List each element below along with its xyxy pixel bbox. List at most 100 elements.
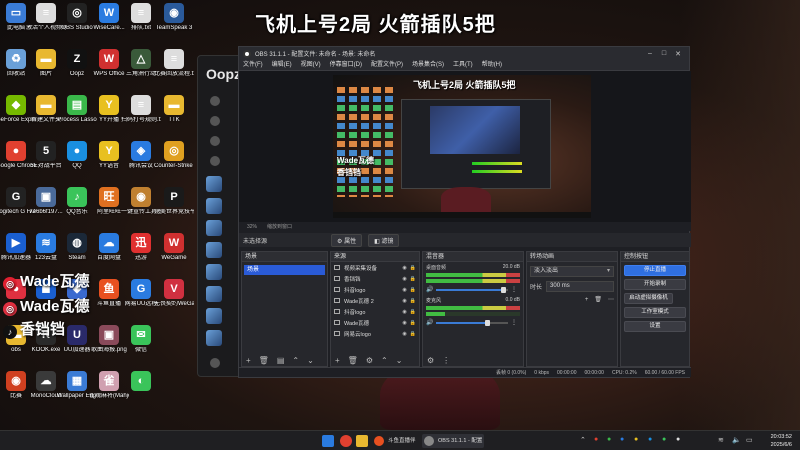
desktop-icon[interactable]: ◉ TeamSpeak 3 [154, 3, 194, 47]
tray-app-icon[interactable]: ● [648, 436, 652, 443]
play-icon[interactable] [210, 96, 220, 106]
program-preview[interactable]: 飞机上号2局 火箭插队5把 Wade瓦德 香铛铛 [333, 75, 591, 218]
tray-app-icon[interactable]: ● [662, 436, 666, 443]
close-icon[interactable]: ✕ [671, 50, 685, 58]
zoom-mode[interactable]: 缩放到窗口 [267, 223, 292, 230]
desktop-icon[interactable]: ▬ TTK [154, 95, 194, 139]
server-tile[interactable] [206, 286, 222, 302]
wifi-icon[interactable]: ≋ [718, 436, 724, 444]
move-down-icon[interactable]: ⌄ [307, 356, 314, 365]
move-up-icon[interactable]: ⌃ [292, 356, 299, 365]
source-item[interactable]: Wade瓦德 ◉ 🔒 [331, 317, 419, 328]
move-up-icon[interactable]: ⌃ [381, 356, 388, 365]
speaker-icon[interactable]: 🔊 [426, 319, 433, 326]
scene-filter-icon[interactable]: ▤ [277, 356, 285, 365]
more-icon[interactable]: ⋯ [608, 296, 614, 303]
tray-app-icon[interactable]: ● [620, 436, 624, 443]
volume-icon[interactable]: 🔈 [732, 436, 741, 444]
speaker-icon[interactable]: 🔊 [426, 286, 433, 293]
menu-profile[interactable]: 配置文件(P) [371, 60, 403, 70]
add-icon[interactable]: + [585, 297, 589, 303]
server-tile[interactable] [206, 308, 222, 324]
lock-icon[interactable]: 🔒 [410, 320, 416, 326]
menu-edit[interactable]: 编辑(E) [272, 60, 292, 70]
server-tile[interactable] [206, 264, 222, 280]
task-obs[interactable]: OBS 31.1.1 - 配置文件: 未 [422, 434, 484, 448]
server-tile[interactable] [206, 220, 222, 236]
slider-knob[interactable] [500, 286, 506, 293]
menu-docks[interactable]: 停靠窗口(D) [330, 60, 362, 70]
lock-icon[interactable]: 🔒 [410, 265, 416, 271]
desktop-icon[interactable]: V 无畏契约WeGame版 [154, 279, 194, 323]
start-icon[interactable] [322, 435, 334, 447]
move-down-icon[interactable]: ⌄ [396, 356, 403, 365]
flash-icon[interactable] [210, 156, 220, 166]
desktop-icon[interactable]: ≡ 比赛回放流程.txt [154, 49, 194, 93]
menu-file[interactable]: 文件(F) [243, 60, 263, 70]
obs-titlebar[interactable]: OBS 31.1.1 - 配置文件: 未命名 - 场景: 未命名 – □ ✕ [239, 47, 689, 60]
volume-slider[interactable] [436, 319, 508, 326]
desktop-icon[interactable]: P 完美世界竞技平台 [154, 187, 194, 231]
gear-icon[interactable]: ⚙ [366, 356, 373, 365]
volume-slider[interactable] [436, 286, 508, 293]
zoom-level[interactable]: 32% [247, 224, 257, 230]
obs-window[interactable]: OBS 31.1.1 - 配置文件: 未命名 - 场景: 未命名 – □ ✕ 文… [238, 46, 691, 378]
visibility-eye-icon[interactable]: ◉ [402, 276, 406, 282]
trash-icon[interactable]: 🗑 [259, 356, 269, 365]
server-tile[interactable] [206, 330, 222, 346]
settings-button[interactable]: 设置 [624, 321, 686, 332]
visibility-eye-icon[interactable]: ◉ [402, 320, 406, 326]
more-icon[interactable]: ⋮ [511, 286, 517, 293]
source-item[interactable]: 抖音logo ◉ 🔒 [331, 284, 419, 295]
source-item[interactable]: 香铛铛 ◉ 🔒 [331, 273, 419, 284]
tray-app-icon[interactable]: ● [607, 436, 611, 443]
minimize-icon[interactable]: – [643, 50, 657, 57]
start-virtual-camera-button[interactable]: 启动虚拟摄像机 [624, 293, 673, 304]
visibility-eye-icon[interactable]: ◉ [402, 331, 406, 337]
lock-icon[interactable]: 🔒 [410, 287, 416, 293]
menu-tools[interactable]: 工具(T) [453, 60, 473, 70]
desktop-icon[interactable]: W WeGame [154, 233, 194, 277]
transition-select[interactable]: 淡入淡出 [530, 266, 614, 277]
menu-view[interactable]: 视图(V) [301, 60, 321, 70]
lock-icon[interactable]: 🔒 [410, 298, 416, 304]
visibility-eye-icon[interactable]: ◉ [402, 309, 406, 315]
visibility-eye-icon[interactable]: ◉ [402, 265, 406, 271]
source-item[interactable]: 视频采集设备 ◉ 🔒 [331, 262, 419, 273]
studio-mode-button[interactable]: 工作室模式 [624, 307, 686, 318]
desktop-icon[interactable]: ◎ Counter-Strike 2 [154, 141, 194, 185]
more-icon[interactable]: ⋮ [511, 319, 517, 326]
maximize-icon[interactable]: □ [657, 50, 671, 57]
desktop-icon[interactable]: ✉ 微信 [121, 325, 161, 369]
more-icon[interactable]: ⋮ [442, 356, 450, 365]
menu-scene-collection[interactable]: 场景集合(S) [412, 60, 444, 70]
battery-icon[interactable]: ▭ [746, 436, 753, 444]
visibility-eye-icon[interactable]: ◉ [402, 287, 406, 293]
file-explorer-icon[interactable] [356, 435, 368, 447]
mixer-settings-icon[interactable]: ⚙ [427, 356, 434, 365]
server-tile[interactable] [206, 198, 222, 214]
desktop-icon[interactable]: ◐ [121, 371, 161, 415]
visibility-eye-icon[interactable]: ◉ [402, 298, 406, 304]
chat-icon[interactable] [210, 136, 220, 146]
trash-icon[interactable]: 🗑 [594, 296, 602, 303]
chevron-up-icon[interactable]: ⌃ [580, 436, 586, 444]
lock-icon[interactable]: 🔒 [410, 276, 416, 282]
tray-app-icon[interactable]: ● [634, 436, 638, 443]
tray-app-icon[interactable]: ● [676, 436, 680, 443]
scene-item[interactable]: 场景 [244, 265, 325, 275]
slider-knob[interactable] [485, 319, 491, 326]
properties-button[interactable]: ⚙ 属性 [331, 233, 363, 247]
server-tile[interactable] [206, 242, 222, 258]
source-item[interactable]: 抖音logo ◉ 🔒 [331, 306, 419, 317]
add-icon[interactable]: + [335, 356, 340, 365]
lock-icon[interactable]: 🔒 [410, 309, 416, 315]
source-item[interactable]: 网易云logo ◉ 🔒 [331, 328, 419, 339]
trash-icon[interactable]: 🗑 [348, 356, 358, 365]
task-douyu[interactable]: 斗鱼直播伴侣 [372, 434, 420, 448]
chrome-icon[interactable] [340, 435, 352, 447]
menu-help[interactable]: 帮助(H) [482, 60, 502, 70]
filters-button[interactable]: ◧ 滤镜 [368, 233, 400, 247]
server-tile[interactable] [206, 176, 222, 192]
start-recording-button[interactable]: 开始录制 [624, 279, 686, 290]
